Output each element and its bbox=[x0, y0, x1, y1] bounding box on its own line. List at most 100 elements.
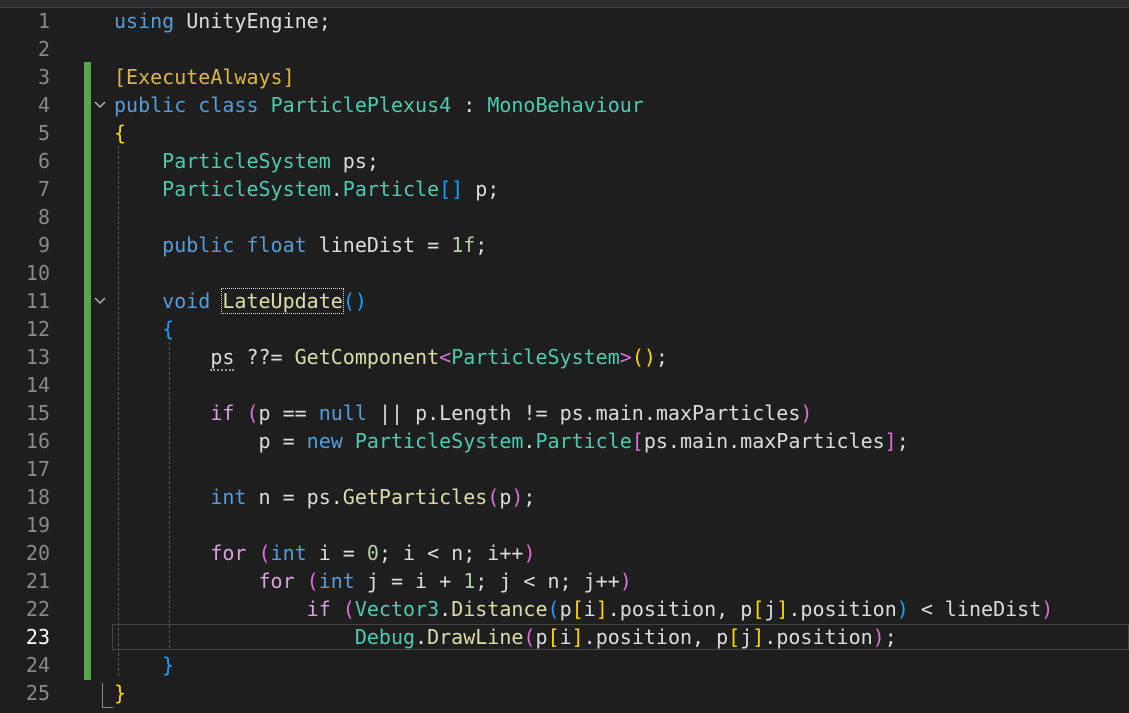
token: n = ps. bbox=[246, 485, 343, 509]
token: () bbox=[631, 345, 656, 369]
token: .position bbox=[788, 597, 897, 621]
token: j bbox=[764, 597, 777, 621]
token: ; bbox=[896, 429, 909, 453]
line-number: 20 bbox=[25, 541, 50, 565]
suggestion-underlined-token[interactable]: ps bbox=[210, 345, 235, 371]
token: float bbox=[246, 233, 307, 257]
code-line-24[interactable]: } bbox=[114, 651, 174, 679]
code-line-6[interactable]: ParticleSystem ps; bbox=[114, 147, 379, 175]
token: < lineDist bbox=[908, 597, 1042, 621]
line-number: 24 bbox=[25, 653, 50, 677]
line-number: 1 bbox=[37, 9, 50, 33]
token: ] bbox=[884, 429, 897, 453]
token: || p.Length != ps.main.maxParticles bbox=[366, 401, 801, 425]
token: . bbox=[330, 177, 343, 201]
token: j = i + bbox=[354, 569, 464, 593]
code-line-1[interactable]: using UnityEngine; bbox=[114, 7, 331, 35]
token: Particle bbox=[342, 177, 440, 201]
token: int bbox=[318, 569, 355, 593]
token: ( bbox=[547, 597, 560, 621]
code-line-12[interactable]: { bbox=[114, 315, 174, 343]
token: [ bbox=[571, 597, 584, 621]
token: . bbox=[415, 625, 428, 649]
token: ParticleSystem bbox=[162, 177, 331, 201]
token: p bbox=[559, 597, 572, 621]
token: ) bbox=[872, 625, 885, 649]
token: ; i < n; i++ bbox=[378, 541, 524, 565]
token: GetParticles bbox=[342, 485, 488, 509]
token: () bbox=[342, 289, 367, 313]
code-line-23[interactable]: Debug.DrawLine(p[i].position, p[j].posit… bbox=[114, 623, 897, 651]
code-line-5[interactable]: { bbox=[114, 119, 126, 147]
token: ps; bbox=[330, 149, 379, 173]
token: if bbox=[306, 597, 331, 621]
token: UnityEngine; bbox=[174, 9, 331, 33]
token: ) bbox=[619, 569, 632, 593]
token: ps.main.maxParticles bbox=[643, 429, 885, 453]
token: Vector3 bbox=[354, 597, 440, 621]
token: 1 bbox=[463, 569, 476, 593]
code-line-25[interactable]: } bbox=[114, 679, 126, 707]
token: lineDist = bbox=[306, 233, 452, 257]
code-line-13[interactable]: ps ??= GetComponent<ParticleSystem>(); bbox=[114, 343, 668, 371]
token: { bbox=[162, 317, 175, 341]
token: j bbox=[740, 625, 753, 649]
line-number: 25 bbox=[25, 681, 50, 705]
token: ) bbox=[1041, 597, 1054, 621]
token: ( bbox=[258, 541, 271, 565]
token: ( bbox=[487, 485, 500, 509]
fold-chevron-down-icon[interactable] bbox=[94, 91, 110, 119]
token: ) bbox=[896, 597, 909, 621]
line-number: 22 bbox=[25, 597, 50, 621]
token: ( bbox=[523, 625, 536, 649]
token: ) bbox=[523, 541, 536, 565]
token: ( bbox=[342, 597, 355, 621]
change-indicator-bar bbox=[84, 62, 91, 680]
line-number: 10 bbox=[25, 261, 50, 285]
line-number: 15 bbox=[25, 401, 50, 425]
token: public bbox=[114, 93, 187, 117]
code-line-22[interactable]: if (Vector3.Distance(p[i].position, p[j]… bbox=[114, 595, 1054, 623]
token: public bbox=[162, 233, 235, 257]
code-line-15[interactable]: if (p == null || p.Length != ps.main.max… bbox=[114, 399, 812, 427]
line-number: 9 bbox=[37, 233, 50, 257]
token: ] bbox=[776, 597, 789, 621]
line-number: 16 bbox=[25, 429, 50, 453]
fold-chevron-down-icon[interactable] bbox=[94, 287, 110, 315]
code-line-18[interactable]: int n = ps.GetParticles(p); bbox=[114, 483, 535, 511]
code-line-7[interactable]: ParticleSystem.Particle[] p; bbox=[114, 175, 499, 203]
code-line-11[interactable]: void LateUpdate() bbox=[114, 287, 367, 315]
token: ??= bbox=[234, 345, 295, 369]
token: ParticleSystem bbox=[162, 149, 331, 173]
token: [ bbox=[752, 597, 765, 621]
token: ; j < n; j++ bbox=[475, 569, 620, 593]
token: p == bbox=[258, 401, 319, 425]
token: ] bbox=[571, 625, 584, 649]
token: i bbox=[559, 625, 572, 649]
token: { bbox=[114, 121, 127, 145]
token: p; bbox=[463, 177, 500, 201]
token: i bbox=[583, 597, 596, 621]
code-line-21[interactable]: for (int j = i + 1; j < n; j++) bbox=[114, 567, 632, 595]
code-line-20[interactable]: for (int i = 0; i < n; i++) bbox=[114, 539, 535, 567]
code-editor[interactable]: 1 2 3 4 5 6 7 8 9 10 11 12 13 14 15 16 1… bbox=[0, 0, 1129, 713]
code-line-9[interactable]: public float lineDist = 1f; bbox=[114, 231, 487, 259]
token: for bbox=[210, 541, 247, 565]
code-line-16[interactable]: p = new ParticleSystem.Particle[ps.main.… bbox=[114, 427, 909, 455]
token: new bbox=[306, 429, 343, 453]
highlighted-method-name[interactable]: LateUpdate bbox=[221, 288, 344, 314]
token: [ bbox=[631, 429, 644, 453]
code-line-4[interactable]: public class ParticlePlexus4 : MonoBehav… bbox=[114, 91, 644, 119]
token: 1f bbox=[451, 233, 476, 257]
line-number: 18 bbox=[25, 485, 50, 509]
code-line-3[interactable]: [ExecuteAlways] bbox=[114, 63, 295, 91]
